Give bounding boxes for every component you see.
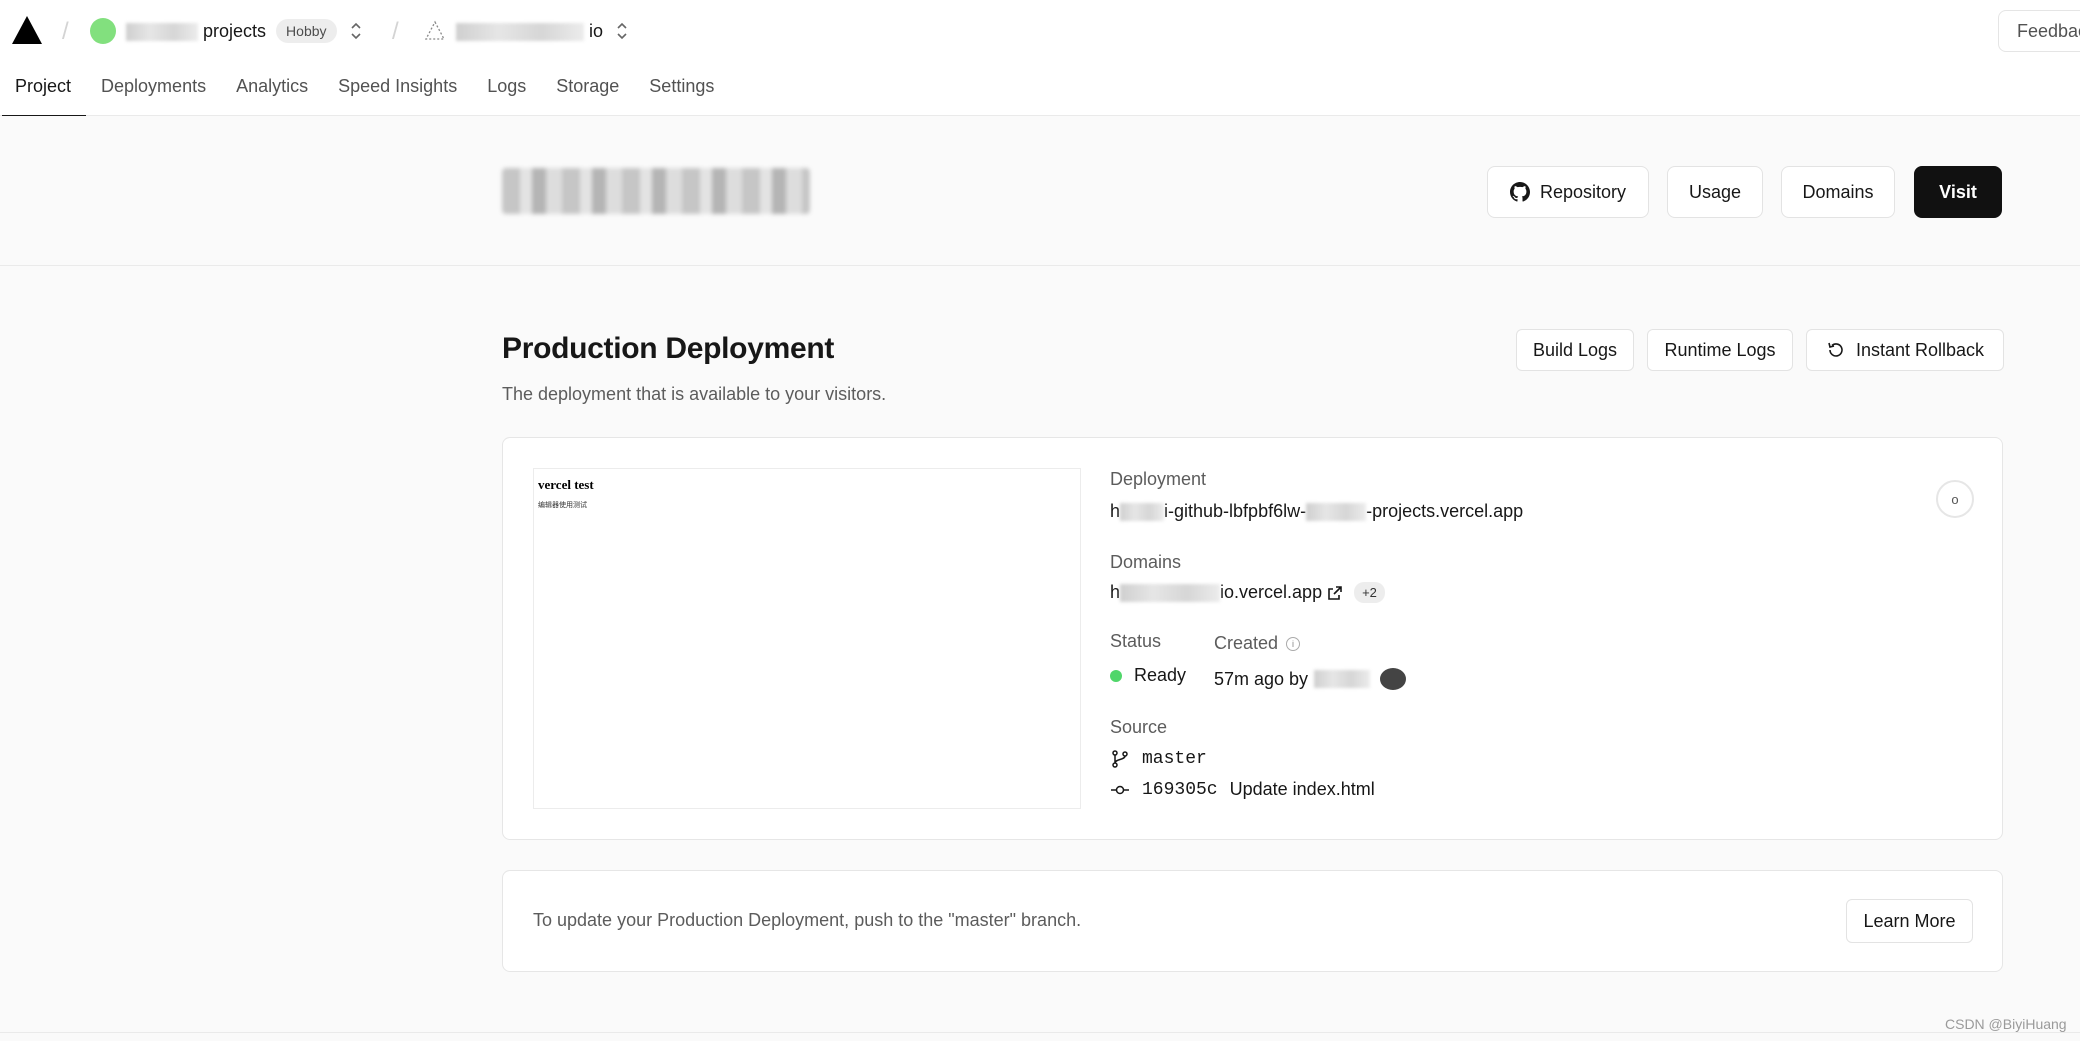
external-link-icon: [1328, 585, 1342, 600]
redacted-text: [1120, 583, 1221, 602]
project-tabs: Project Deployments Analytics Speed Insi…: [0, 70, 729, 117]
top-navigation: / projects Hobby / io Feedbac Project De…: [0, 0, 2080, 117]
learn-more-button[interactable]: Learn More: [1846, 899, 1973, 943]
production-deployment-subtitle: The deployment that is available to your…: [502, 384, 887, 404]
redacted-text: [456, 22, 584, 41]
branch-name: master: [1142, 749, 1207, 769]
tab-storage[interactable]: Storage: [541, 70, 634, 116]
tab-logs[interactable]: Logs: [472, 70, 541, 116]
breadcrumb-separator: /: [62, 18, 69, 45]
github-icon: [1509, 182, 1530, 202]
deployment-url-tail: -projects.vercel.app: [1366, 501, 1524, 521]
deployment-menu-button[interactable]: o: [1936, 480, 1974, 518]
update-notice-text: To update your Production Deployment, pu…: [533, 910, 1082, 930]
domains-label: Domains: [1110, 552, 1182, 572]
project-switcher[interactable]: io: [424, 17, 631, 45]
plan-badge: Hobby: [276, 19, 337, 43]
more-domains-badge[interactable]: +2: [1354, 582, 1385, 603]
rollback-icon: [1828, 342, 1843, 357]
usage-button[interactable]: Usage: [1667, 166, 1763, 218]
redacted-text: [1120, 502, 1165, 521]
feedback-button[interactable]: Feedbac: [1998, 10, 2080, 52]
domain-url: io.vercel.app: [1220, 582, 1323, 602]
tab-deployments[interactable]: Deployments: [86, 70, 221, 116]
commit-message: Update index.html: [1229, 779, 1375, 799]
project-title-redacted: [502, 168, 810, 214]
commit-link[interactable]: 169305c Update index.html: [1110, 779, 1375, 800]
branch-link[interactable]: master: [1110, 749, 1207, 769]
tab-speed-insights[interactable]: Speed Insights: [323, 70, 472, 116]
redacted-text: [1314, 670, 1371, 688]
project-header: Repository Usage Domains Visit: [0, 116, 2080, 266]
git-commit-icon: [1111, 785, 1129, 794]
repository-button[interactable]: Repository: [1487, 166, 1649, 218]
instant-rollback-button[interactable]: Instant Rollback: [1806, 329, 2004, 371]
deployment-card: vercel test 编辑器使用测试 Deployment h i-githu…: [502, 437, 2003, 840]
project-name-label: io: [589, 20, 604, 41]
project-name: io: [456, 21, 603, 42]
chevron-up-down-icon[interactable]: [613, 19, 631, 43]
status-dot-icon: [1110, 669, 1122, 682]
vercel-logo-icon[interactable]: [10, 14, 44, 46]
domains-button[interactable]: Domains: [1781, 166, 1895, 218]
breadcrumb-separator: /: [392, 18, 399, 45]
redacted-text: [126, 22, 198, 41]
build-logs-button[interactable]: Build Logs: [1516, 329, 1634, 371]
created-text: 57m ago by: [1214, 668, 1309, 689]
deployment-label: Deployment: [1110, 469, 1207, 489]
update-notice-card: To update your Production Deployment, pu…: [502, 870, 2003, 972]
deployment-url-link[interactable]: h i-github-lbfpbf6lw- -projects.vercel.a…: [1110, 501, 1523, 522]
runtime-logs-button[interactable]: Runtime Logs: [1647, 329, 1793, 371]
team-name-label: projects: [203, 20, 267, 41]
rollback-label: Instant Rollback: [1855, 339, 1985, 360]
status-label: Status: [1110, 631, 1162, 651]
created-value: 57m ago by: [1214, 668, 1407, 690]
watermark: CSDN @BiyiHuang: [1945, 1016, 2067, 1032]
status-text: Ready: [1134, 665, 1187, 685]
team-avatar: [90, 18, 116, 44]
repository-label: Repository: [1539, 181, 1627, 202]
tab-project[interactable]: Project: [0, 70, 87, 117]
divider: [0, 1032, 2080, 1033]
info-icon[interactable]: i: [1286, 636, 1301, 651]
created-label: Created i: [1214, 633, 1301, 654]
tab-settings[interactable]: Settings: [634, 70, 729, 116]
preview-text: 编辑器使用测试: [538, 501, 587, 509]
visit-button[interactable]: Visit: [1914, 166, 2002, 218]
commit-hash: 169305c: [1142, 779, 1218, 800]
status-value: Ready: [1110, 665, 1186, 686]
redacted-text: [1306, 502, 1367, 521]
source-label: Source: [1110, 717, 1168, 737]
team-name: projects: [126, 21, 266, 42]
deployment-preview[interactable]: vercel test 编辑器使用测试: [533, 468, 1081, 809]
chevron-up-down-icon[interactable]: [347, 19, 365, 43]
git-branch-icon: [1112, 750, 1128, 768]
team-switcher[interactable]: projects Hobby: [90, 17, 365, 45]
created-label-text: Created: [1214, 633, 1279, 653]
author-avatar[interactable]: [1380, 668, 1407, 690]
domain-link[interactable]: h io.vercel.app +2: [1110, 582, 1385, 603]
preview-title: vercel test: [538, 477, 594, 492]
deployment-url: i-github-lbfpbf6lw-: [1164, 501, 1307, 521]
production-deployment-title: Production Deployment: [502, 332, 835, 365]
tab-analytics[interactable]: Analytics: [221, 70, 323, 116]
project-triangle-icon: [424, 20, 446, 40]
